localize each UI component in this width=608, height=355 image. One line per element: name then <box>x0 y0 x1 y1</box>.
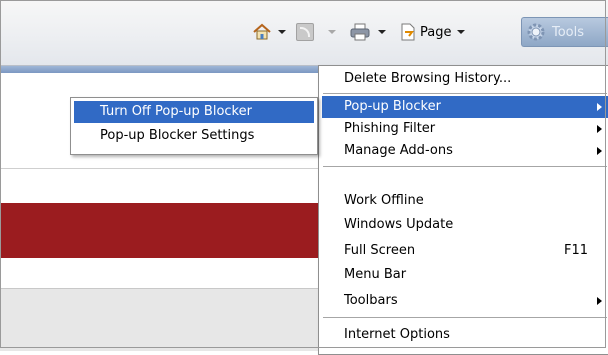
screenshot-frame <box>0 0 606 348</box>
